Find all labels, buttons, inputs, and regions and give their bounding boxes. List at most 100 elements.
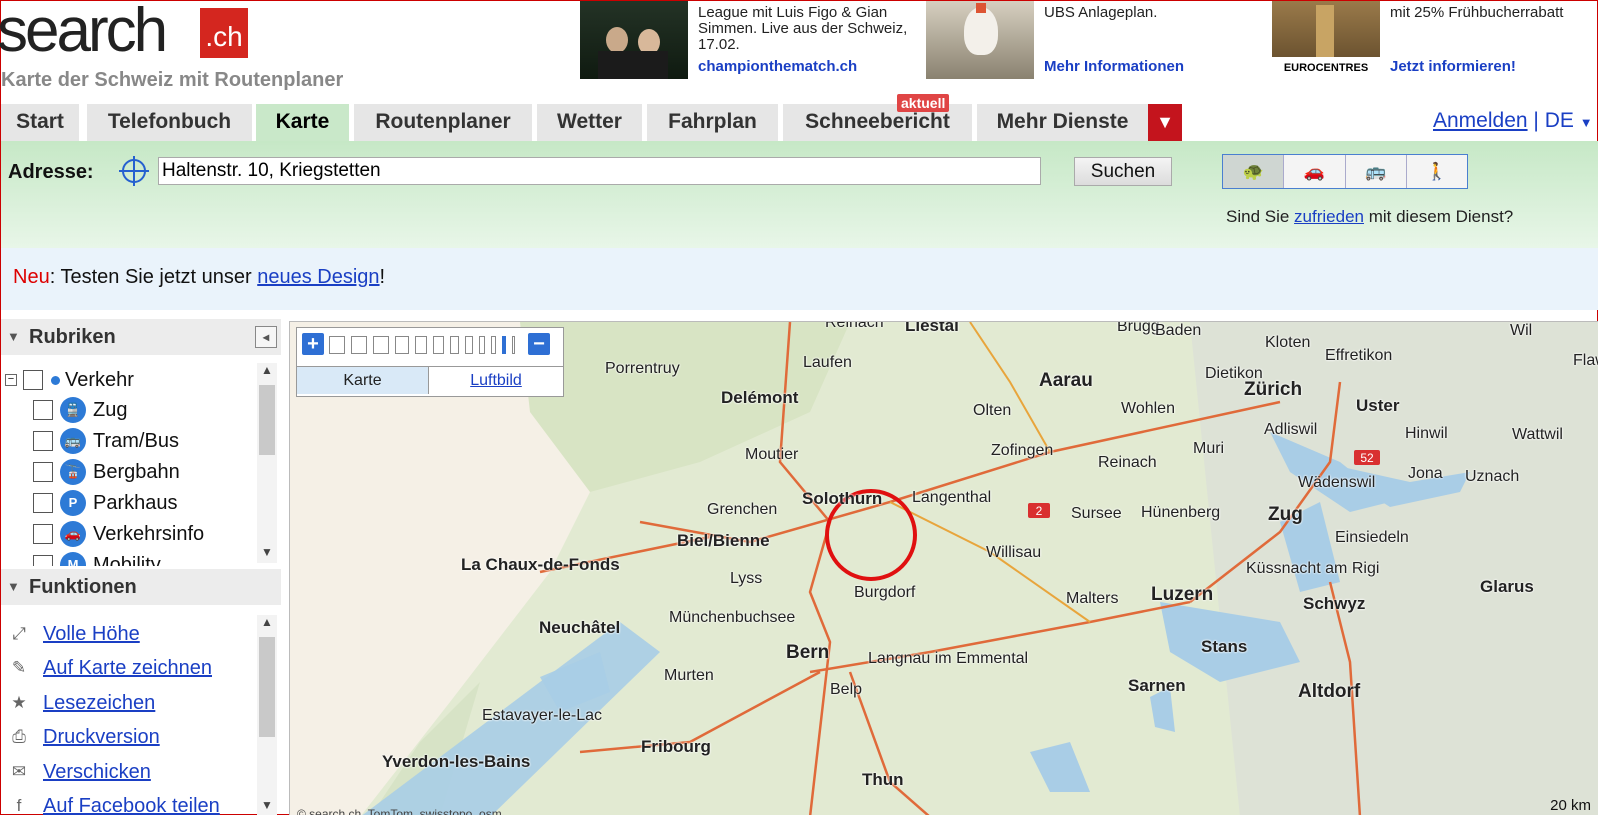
- function-item[interactable]: ★ Lesezeichen: [7, 688, 155, 718]
- category-item[interactable]: 🚌 Tram/Bus: [33, 426, 179, 456]
- tab-fahrplan[interactable]: Fahrplan: [647, 104, 778, 141]
- address-input[interactable]: [158, 157, 1041, 185]
- tab-aerial[interactable]: Luftbild: [429, 366, 563, 394]
- ad-eurocentres[interactable]: EUROCENTRES mit 25% Frühbucherrabatt Jet…: [1272, 1, 1598, 81]
- chevron-down-icon[interactable]: ▼: [1148, 104, 1182, 141]
- ad-ubs[interactable]: UBS Anlageplan. Mehr Informationen: [926, 1, 1266, 81]
- checkbox[interactable]: [23, 370, 43, 390]
- function-link[interactable]: Auf Facebook teilen: [43, 795, 220, 815]
- tab-wetter[interactable]: Wetter: [537, 104, 642, 141]
- category-label: Bergbahn: [93, 460, 180, 483]
- rubriken-header[interactable]: ▼ Rubriken ◂: [1, 319, 281, 355]
- tab-telefonbuch[interactable]: Telefonbuch: [87, 104, 252, 141]
- function-item[interactable]: ⎙ Druckversion: [7, 722, 160, 752]
- function-link[interactable]: Volle Höhe: [43, 623, 140, 646]
- map-scale: 20 km: [1550, 797, 1591, 814]
- city-label: Grenchen: [707, 501, 778, 518]
- tab-routenplaner[interactable]: Routenplaner: [354, 104, 532, 141]
- category-item[interactable]: 🚆 Zug: [33, 395, 127, 425]
- ad-image[interactable]: [926, 1, 1034, 79]
- tab-map[interactable]: Karte: [297, 366, 429, 394]
- zoom-out-icon[interactable]: −: [528, 333, 550, 355]
- checkbox[interactable]: [33, 555, 53, 566]
- address-label: Adresse:: [8, 161, 94, 183]
- category-root[interactable]: − Verkehr: [5, 365, 134, 395]
- function-item[interactable]: ⤢ Volle Höhe: [7, 619, 140, 649]
- ad-image[interactable]: EUROCENTRES: [1272, 1, 1380, 79]
- satisfaction-link[interactable]: zufrieden: [1294, 207, 1364, 226]
- info-band: Neu: Testen Sie jetzt unser neues Design…: [1, 248, 1598, 310]
- dot-icon: [51, 375, 60, 385]
- zoom-level[interactable]: [433, 336, 444, 354]
- car-icon[interactable]: 🚗: [1284, 155, 1346, 188]
- ad-championthematch[interactable]: League mit Luis Figo & Gian Simmen. Live…: [580, 1, 920, 81]
- function-link[interactable]: Auf Karte zeichnen: [43, 657, 212, 680]
- zoom-level[interactable]: [450, 336, 459, 354]
- zoom-level[interactable]: [479, 336, 485, 354]
- category-item[interactable]: M Mobility: [33, 550, 161, 566]
- city-label: Solothurn: [802, 489, 883, 508]
- scroll-up-icon[interactable]: ▲: [257, 363, 277, 381]
- funktionen-header[interactable]: ▼ Funktionen: [1, 569, 281, 605]
- city-label: La Chaux-de-Fonds: [461, 555, 620, 574]
- checkbox[interactable]: [33, 493, 53, 513]
- function-item[interactable]: ✎ Auf Karte zeichnen: [7, 653, 212, 683]
- printer-icon: ⎙: [12, 727, 26, 746]
- new-design-link[interactable]: neues Design: [257, 266, 379, 288]
- scroll-thumb[interactable]: [259, 637, 275, 737]
- category-item[interactable]: 🚡 Bergbahn: [33, 457, 180, 487]
- checkbox[interactable]: [33, 431, 53, 451]
- ad-link[interactable]: championthematch.ch: [698, 58, 857, 75]
- collapse-tree-icon[interactable]: −: [5, 374, 17, 386]
- search-button[interactable]: Suchen: [1074, 157, 1172, 186]
- ad-link[interactable]: Mehr Informationen: [1044, 58, 1184, 75]
- bus-icon[interactable]: 🚌: [1346, 155, 1407, 188]
- locate-icon[interactable]: [119, 156, 149, 186]
- zoom-level[interactable]: [351, 336, 367, 354]
- zoom-level[interactable]: [373, 336, 389, 354]
- tab-mehr-dienste[interactable]: Mehr Dienste: [977, 104, 1148, 141]
- ad-link[interactable]: Jetzt informieren!: [1390, 58, 1516, 75]
- zoom-level[interactable]: [395, 336, 409, 354]
- category-scrollbar[interactable]: ▲ ▼: [257, 363, 277, 563]
- tab-start[interactable]: Start: [1, 104, 79, 141]
- category-item[interactable]: 🚗 Verkehrsinfo: [33, 519, 204, 549]
- pedestrian-icon[interactable]: 🚶: [1407, 155, 1467, 188]
- function-link[interactable]: Lesezeichen: [43, 692, 155, 715]
- zoom-in-icon[interactable]: +: [302, 333, 324, 355]
- city-label: Brugg: [1117, 321, 1160, 335]
- scroll-up-icon[interactable]: ▲: [257, 615, 277, 633]
- function-link[interactable]: Druckversion: [43, 726, 160, 749]
- checkbox[interactable]: [33, 524, 53, 544]
- scroll-thumb[interactable]: [259, 385, 275, 455]
- search-ch-logo[interactable]: search .ch: [0, 0, 261, 65]
- function-item[interactable]: f Auf Facebook teilen: [7, 791, 220, 815]
- zoom-level[interactable]: [491, 336, 496, 354]
- chevron-down-icon: ▼: [1579, 115, 1593, 130]
- zoom-level[interactable]: [465, 336, 473, 354]
- zoom-level[interactable]: [329, 336, 345, 354]
- checkbox[interactable]: [33, 400, 53, 420]
- zoom-level[interactable]: [415, 336, 427, 354]
- city-label: Langnau im Emmental: [868, 650, 1029, 667]
- turtle-icon[interactable]: 🐢: [1223, 155, 1285, 188]
- function-link[interactable]: Verschicken: [43, 761, 151, 784]
- checkbox[interactable]: [33, 462, 53, 482]
- scroll-down-icon[interactable]: ▼: [257, 798, 277, 815]
- login-link[interactable]: Anmelden: [1433, 109, 1528, 132]
- language-select[interactable]: DE ▼: [1545, 109, 1593, 132]
- collapse-sidebar-icon[interactable]: ◂: [255, 326, 277, 348]
- zoom-level-current[interactable]: [502, 336, 506, 354]
- city-label: Wädenswil: [1298, 474, 1376, 491]
- tab-karte[interactable]: Karte: [256, 104, 349, 141]
- function-scrollbar[interactable]: ▲ ▼: [257, 615, 277, 815]
- function-item[interactable]: ✉ Verschicken: [7, 757, 151, 787]
- category-item[interactable]: P Parkhaus: [33, 488, 178, 518]
- mail-icon: ✉: [11, 762, 27, 781]
- scroll-down-icon[interactable]: ▼: [257, 545, 277, 563]
- ad-image[interactable]: [580, 1, 688, 79]
- city-label: Münchenbuchsee: [669, 609, 796, 626]
- zoom-level[interactable]: [512, 336, 515, 354]
- city-label: Küssnacht am Rigi: [1246, 560, 1380, 577]
- city-label: Flaw: [1573, 352, 1598, 369]
